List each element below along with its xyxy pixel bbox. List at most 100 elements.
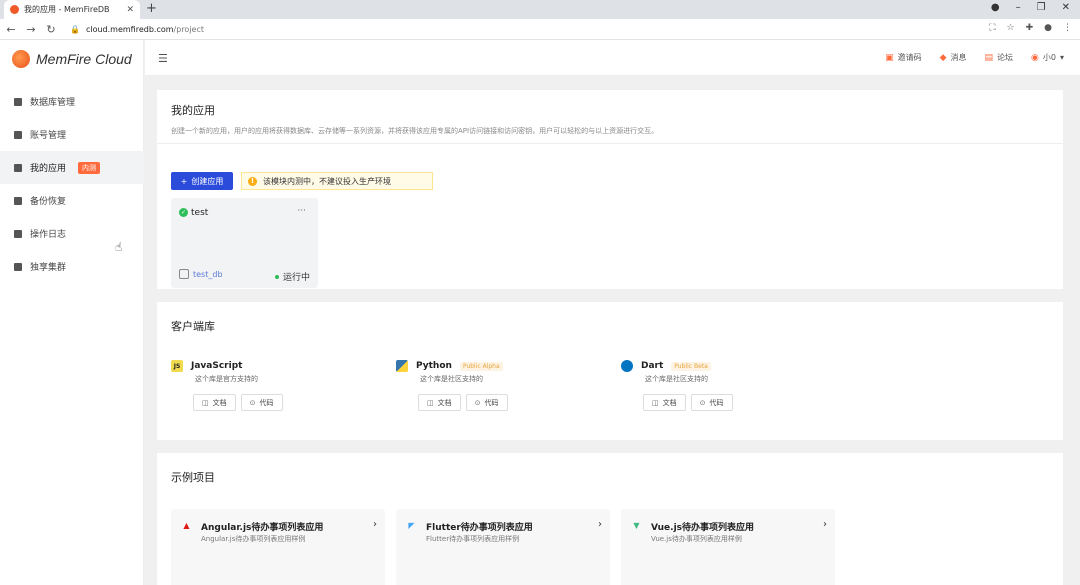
code-button[interactable]: ⊙ 代码 [465, 394, 508, 411]
chevron-right-icon: › [823, 519, 827, 530]
url-host: cloud.memfiredb.com [85, 24, 174, 34]
section-title: 客户端库 [171, 320, 215, 333]
sidebar: MemFire Cloud 数据库管理 账号管理 我的应用 内测 备份恢复 操作… [0, 40, 144, 585]
notice-text: 该模块内测中，不建议投入生产环境 [263, 176, 391, 186]
book-icon: ◫ [202, 398, 209, 407]
code-button[interactable]: ⊙ 代码 [240, 394, 283, 411]
translate-icon[interactable]: ⛶ [989, 23, 995, 33]
window-controls: ● – ❐ ✕ [991, 2, 1070, 13]
page-title: 我的应用 [171, 104, 215, 117]
browser-tab[interactable]: 我的应用 - MemFireDB ✕ [4, 0, 140, 19]
sidebar-item-label: 账号管理 [30, 131, 67, 141]
forum-link[interactable]: ▤ 论坛 [985, 52, 1014, 63]
app-icon [14, 163, 22, 172]
code-label: 代码 [484, 398, 499, 407]
restore-icon[interactable]: ❐ [1037, 2, 1046, 13]
docs-label: 文档 [662, 398, 677, 407]
code-icon: ⊙ [699, 398, 706, 407]
sidebar-item-database[interactable]: 数据库管理 [0, 85, 144, 118]
topbar-actions: ▣ 邀请码 ◆ 消息 ▤ 论坛 ◉ 小0 ▾ [885, 52, 1064, 63]
create-app-button[interactable]: + 创建应用 [171, 172, 233, 190]
user-name: 小0 [1042, 53, 1056, 62]
project-card[interactable]: ✓ test ··· test_db 运行中 [171, 198, 318, 288]
example-title: Flutter待办事项列表应用 [426, 523, 533, 533]
client-name: Python [416, 361, 452, 371]
docs-button[interactable]: ◫ 文档 [643, 394, 686, 411]
sidebar-item-label: 数据库管理 [30, 98, 76, 108]
log-icon [14, 229, 22, 238]
invite-label: 邀请码 [897, 53, 922, 62]
client-javascript: JS JavaScript 这个库是官方支持的 ◫ 文档 ⊙ 代码 [171, 360, 371, 411]
sidebar-item-label: 操作日志 [30, 230, 67, 240]
forward-icon[interactable]: → [22, 23, 40, 36]
profile-icon[interactable]: ● [1044, 23, 1052, 33]
main-content: 我的应用 创建一个新的应用，用户的应用将获得数据库、云存储等一系列资源，并将获得… [145, 76, 1080, 585]
docs-label: 文档 [437, 398, 452, 407]
docs-button[interactable]: ◫ 文档 [418, 394, 461, 411]
beta-badge: 内测 [78, 161, 101, 174]
back-icon[interactable]: ← [2, 23, 20, 36]
book-icon: ◫ [427, 398, 434, 407]
chevron-down-icon: ▾ [1059, 53, 1064, 62]
backup-icon [14, 196, 22, 205]
window-close-icon[interactable]: ✕ [1062, 2, 1070, 13]
browser-tabstrip: 我的应用 - MemFireDB ✕ + ● – ❐ ✕ [0, 0, 1080, 19]
sidebar-item-logs[interactable]: 操作日志 [0, 217, 144, 250]
sidebar-menu: 数据库管理 账号管理 我的应用 内测 备份恢复 操作日志 独享集群 [0, 85, 144, 283]
record-icon[interactable]: ● [991, 2, 1000, 13]
forum-icon: ▤ [984, 52, 994, 63]
running-dot-icon [274, 274, 279, 279]
forum-label: 论坛 [997, 53, 1014, 62]
mouse-cursor-icon: ☝ [115, 240, 123, 254]
logo[interactable]: MemFire Cloud [12, 50, 132, 68]
more-options-icon[interactable]: ··· [297, 206, 306, 216]
new-tab-button[interactable]: + [146, 1, 157, 16]
database-icon [14, 97, 22, 106]
invite-code-link[interactable]: ▣ 邀请码 [885, 52, 922, 63]
extensions-icon[interactable]: ✚ [1026, 23, 1034, 33]
client-libraries-panel: 客户端库 JS JavaScript 这个库是官方支持的 ◫ 文档 ⊙ 代码 Pyt… [157, 302, 1063, 440]
lock-icon[interactable]: 🔒 [70, 25, 80, 34]
address-bar[interactable]: cloud.memfiredb.com/project [86, 25, 204, 34]
example-title: Vue.js待办事项列表应用 [651, 523, 755, 533]
sidebar-item-apps[interactable]: 我的应用 内测 [0, 151, 144, 184]
sidebar-item-cluster[interactable]: 独享集群 [0, 250, 144, 283]
minimize-icon[interactable]: – [1016, 2, 1021, 13]
docs-button[interactable]: ◫ 文档 [193, 394, 236, 411]
messages-link[interactable]: ◆ 消息 [940, 52, 967, 63]
memfire-logo-icon [12, 50, 30, 68]
angular-icon: ▲ [183, 520, 190, 530]
menu-collapse-icon[interactable]: ☰ [158, 52, 168, 65]
browser-menu-icon[interactable]: ⋮ [1063, 23, 1072, 33]
my-apps-panel: 我的应用 创建一个新的应用，用户的应用将获得数据库、云存储等一系列资源，并将获得… [157, 90, 1063, 289]
client-name: Dart [641, 361, 664, 371]
client-python: Python Public Alpha 这个库是社区支持的 ◫ 文档 ⊙ 代码 [396, 360, 596, 411]
sidebar-item-backup[interactable]: 备份恢复 [0, 184, 144, 217]
url-path: /project [173, 24, 205, 34]
chevron-right-icon: › [598, 519, 602, 530]
example-card-angular[interactable]: ▲ Angular.js待办事项列表应用 › Angular.js待办事项列表应… [171, 509, 385, 585]
sidebar-item-account[interactable]: 账号管理 [0, 118, 144, 151]
close-icon[interactable]: ✕ [126, 5, 134, 15]
docs-label: 文档 [212, 398, 227, 407]
chevron-right-icon: › [373, 519, 377, 530]
user-menu[interactable]: ◉ 小0 ▾ [1031, 52, 1064, 63]
sidebar-item-label: 我的应用 [30, 164, 67, 174]
client-desc: 这个库是官方支持的 [195, 375, 258, 383]
code-button[interactable]: ⊙ 代码 [690, 394, 733, 411]
example-projects-panel: 示例项目 ▲ Angular.js待办事项列表应用 › Angular.js待办… [157, 453, 1063, 585]
tab-title: 我的应用 - MemFireDB [24, 5, 110, 14]
example-card-flutter[interactable]: ◤ Flutter待办事项列表应用 › Flutter待办事项列表应用样例 [396, 509, 610, 585]
page-description: 创建一个新的应用，用户的应用将获得数据库、云存储等一系列资源，并将获得该应用专属… [171, 127, 659, 135]
project-database[interactable]: test_db [179, 269, 223, 279]
reload-icon[interactable]: ↻ [42, 23, 60, 36]
example-card-vue[interactable]: ▼ Vue.js待办事项列表应用 › Vue.js待办事项列表应用样例 [621, 509, 835, 585]
bookmark-star-icon[interactable]: ☆ [1007, 23, 1015, 33]
plus-icon: + [180, 176, 188, 186]
account-icon [14, 130, 22, 139]
bell-icon: ◆ [939, 52, 947, 63]
app-topbar: ☰ ▣ 邀请码 ◆ 消息 ▤ 论坛 ◉ 小0 ▾ [145, 40, 1080, 76]
project-name: test [191, 208, 209, 218]
messages-label: 消息 [950, 53, 967, 62]
check-circle-icon: ✓ [179, 208, 188, 217]
